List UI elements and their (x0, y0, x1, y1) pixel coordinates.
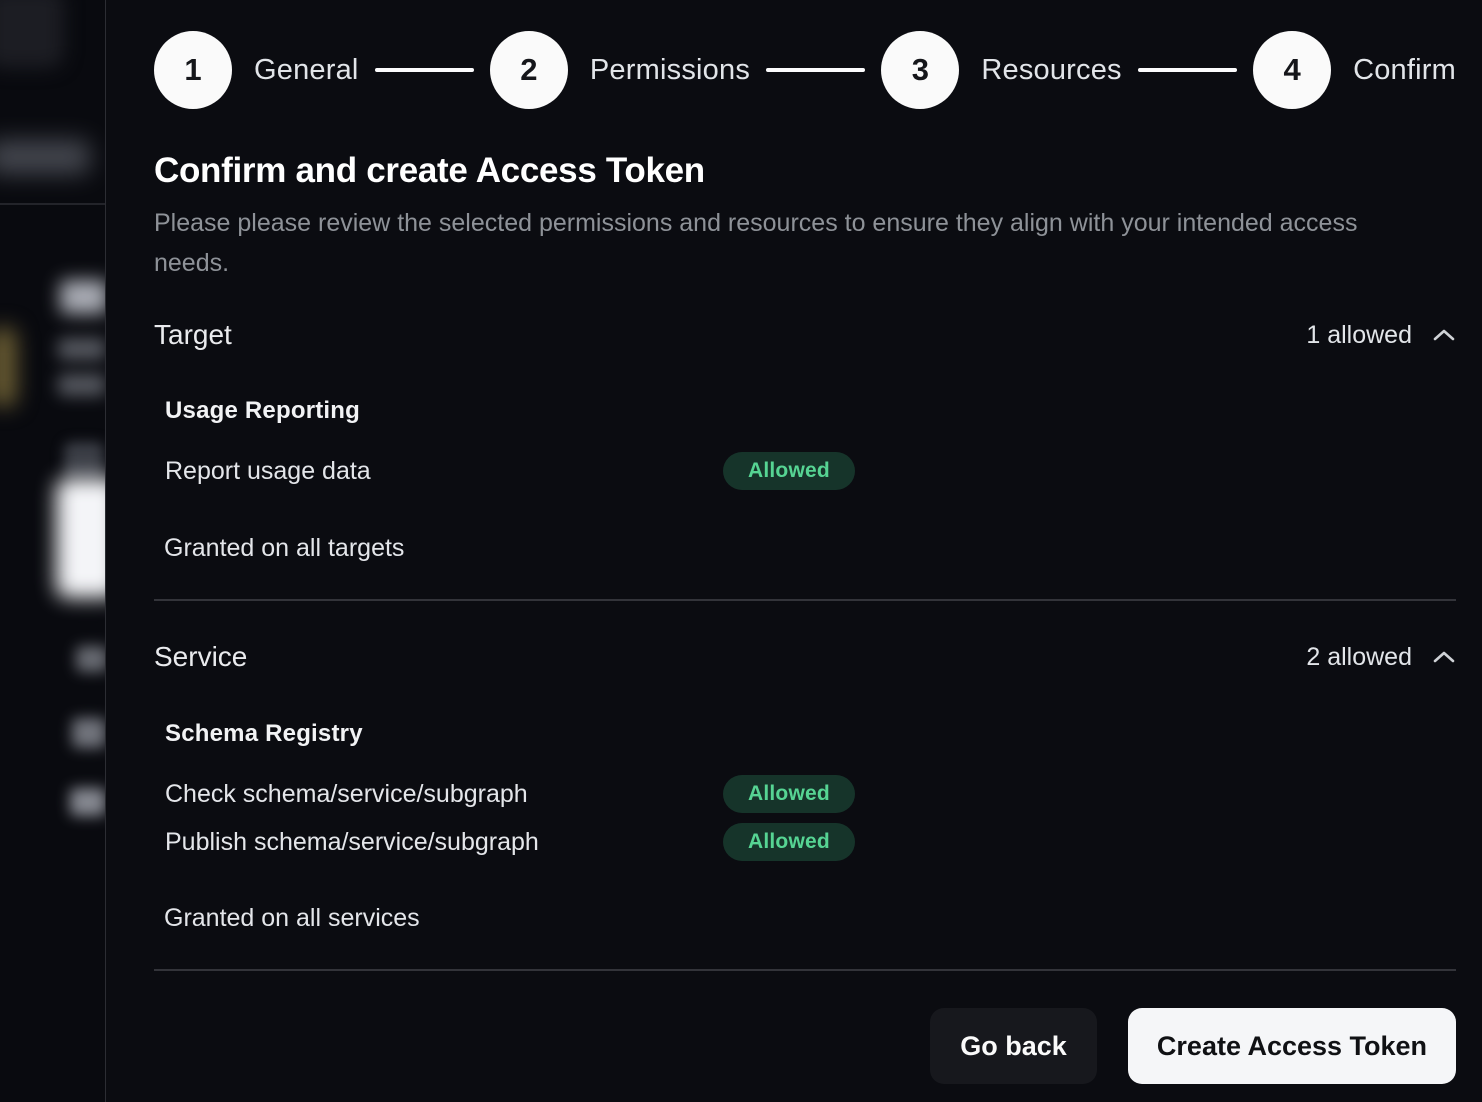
section-title: Target (154, 319, 232, 351)
status-badge: Allowed (723, 452, 855, 490)
permission-group-title: Schema Registry (165, 720, 1456, 748)
chevron-up-icon[interactable] (1432, 649, 1456, 665)
allowed-count: 1 allowed (1306, 321, 1412, 350)
blurred-icon (64, 442, 104, 480)
blurred-nav-label (0, 140, 90, 174)
permission-name: Check schema/service/subgraph (165, 780, 723, 809)
blurred-subtext-line1 (58, 338, 105, 360)
step-label: Permissions (590, 54, 750, 87)
step-connector (766, 68, 865, 72)
section-header-service[interactable]: Service 2 allowed (154, 641, 1456, 673)
blurred-text-ti (76, 646, 105, 672)
blurred-accent-shape (0, 328, 16, 406)
step-label: Confirm (1353, 54, 1456, 87)
permission-row: Check schema/service/subgraph Allowed (165, 775, 1456, 813)
go-back-button[interactable]: Go back (930, 1008, 1097, 1084)
create-access-token-button[interactable]: Create Access Token (1128, 1008, 1456, 1084)
step-number-circle[interactable]: 4 (1253, 31, 1331, 109)
footer-divider (154, 969, 1456, 971)
step-resources[interactable]: 3 Resources (881, 31, 1121, 109)
blurred-highlight-button (56, 478, 105, 598)
permission-group-title: Usage Reporting (165, 397, 1456, 425)
granted-note: Granted on all services (164, 904, 1456, 933)
chevron-up-icon[interactable] (1432, 327, 1456, 343)
allowed-count: 2 allowed (1306, 643, 1412, 672)
granted-note: Granted on all targets (164, 534, 1456, 563)
section-title: Service (154, 641, 247, 673)
permission-row: Report usage data Allowed (165, 452, 1456, 490)
blurred-subtext-line2 (58, 374, 105, 396)
step-general[interactable]: 1 General (154, 31, 359, 109)
create-access-token-panel: 1 General 2 Permissions 3 Resources 4 Co… (105, 0, 1482, 1102)
permission-name: Publish schema/service/subgraph (165, 828, 723, 857)
status-badge: Allowed (723, 775, 855, 813)
step-number-circle[interactable]: 2 (490, 31, 568, 109)
step-confirm[interactable]: 4 Confirm (1253, 31, 1456, 109)
step-label: General (254, 54, 359, 87)
permission-row: Publish schema/service/subgraph Allowed (165, 823, 1456, 861)
blurred-text-h (70, 788, 105, 816)
status-badge: Allowed (723, 823, 855, 861)
step-connector (375, 68, 474, 72)
step-label: Resources (981, 54, 1121, 87)
step-number-circle[interactable]: 3 (881, 31, 959, 109)
section-divider (154, 599, 1456, 601)
blurred-logo-card (0, 0, 64, 68)
wizard-stepper: 1 General 2 Permissions 3 Resources 4 Co… (154, 31, 1456, 109)
section-header-target[interactable]: Target 1 allowed (154, 319, 1456, 351)
blurred-divider (0, 203, 105, 205)
blurred-heading-text (60, 280, 105, 314)
step-permissions[interactable]: 2 Permissions (490, 31, 750, 109)
page-title: Confirm and create Access Token (154, 151, 1456, 191)
background-page-blurred (0, 0, 105, 1102)
step-connector (1138, 68, 1237, 72)
blurred-text-u (72, 718, 105, 748)
page-description: Please please review the selected permis… (154, 203, 1394, 283)
permission-name: Report usage data (165, 457, 723, 486)
footer-actions: Go back Create Access Token (154, 1008, 1456, 1084)
step-number-circle[interactable]: 1 (154, 31, 232, 109)
